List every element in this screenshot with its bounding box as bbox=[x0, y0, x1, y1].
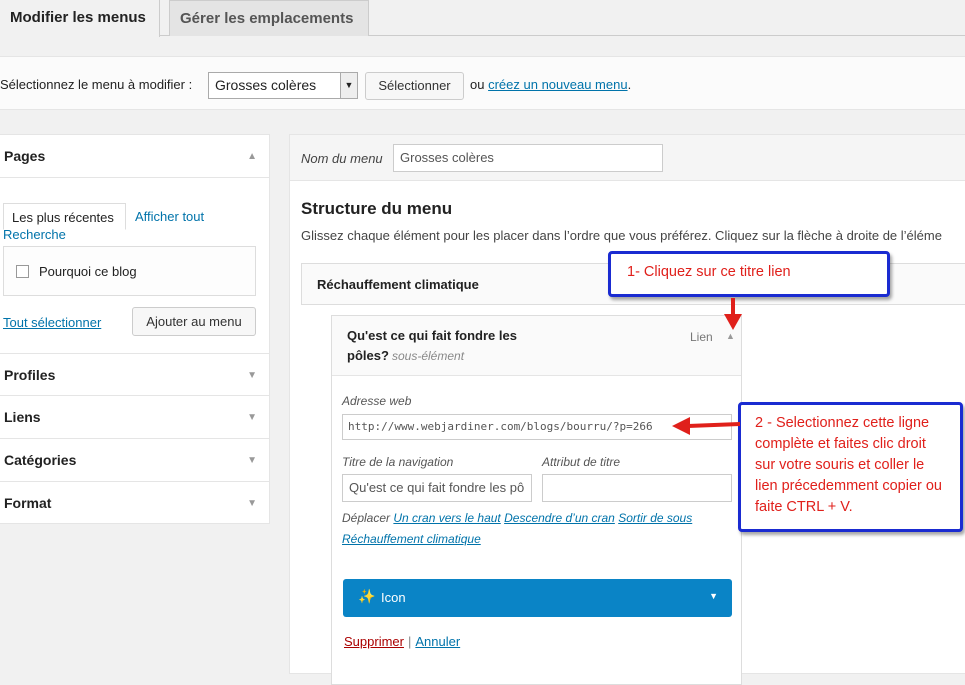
separator: | bbox=[407, 634, 412, 649]
delete-link[interactable]: Supprimer bbox=[344, 634, 404, 649]
create-menu-link[interactable]: créez un nouveau menu bbox=[488, 77, 627, 92]
menu-select-value: Grosses colères bbox=[215, 77, 317, 93]
url-label: Adresse web bbox=[342, 394, 412, 408]
move-down-link[interactable]: Descendre d’un cran bbox=[504, 511, 615, 525]
accordion-profiles-title: Profiles bbox=[4, 367, 56, 383]
structure-description: Glissez chaque élément pour les placer d… bbox=[301, 228, 942, 243]
move-links: Déplacer Un cran vers le haut Descendre … bbox=[342, 508, 737, 550]
caret-down-icon: ▼ bbox=[247, 370, 257, 381]
select-arrow-icon: ▼ bbox=[340, 73, 357, 98]
accordion-profiles[interactable]: Profiles ▼ bbox=[0, 353, 269, 396]
caret-down-icon: ▼ bbox=[247, 498, 257, 509]
dropdown-icon: ▼ bbox=[709, 591, 718, 601]
menu-name-label: Nom du menu bbox=[301, 151, 383, 166]
structure-title: Structure du menu bbox=[301, 199, 453, 218]
icon-picker-button[interactable]: ✨ Icon ▼ bbox=[343, 579, 732, 617]
nav-title-input[interactable]: Qu'est ce qui fait fondre les pô bbox=[342, 474, 532, 502]
subitem-type: Lien bbox=[690, 330, 713, 344]
subitem-header[interactable]: Qu'est ce qui fait fondre les pôles? sou… bbox=[332, 316, 741, 376]
move-label: Déplacer bbox=[342, 511, 391, 525]
move-up-link[interactable]: Un cran vers le haut bbox=[393, 511, 500, 525]
tab-view-all[interactable]: Afficher tout bbox=[135, 209, 204, 224]
select-menu-label: Sélectionnez le menu à modifier : bbox=[0, 77, 193, 92]
tab-search[interactable]: Recherche bbox=[3, 227, 66, 242]
or-word: ou bbox=[470, 77, 485, 92]
accordion-pages-title: Pages bbox=[4, 148, 46, 164]
accordion-format[interactable]: Format ▼ bbox=[0, 482, 269, 525]
accordion-pages[interactable]: Pages ▲ bbox=[0, 135, 269, 178]
add-to-menu-button[interactable]: Ajouter au menu bbox=[132, 307, 256, 336]
tab-edit-menus[interactable]: Modifier les menus bbox=[0, 0, 160, 37]
cancel-link[interactable]: Annuler bbox=[415, 634, 460, 649]
nav-title-label: Titre de la navigation bbox=[342, 455, 454, 469]
icon-button-label: Icon bbox=[381, 590, 406, 605]
accordion-categories[interactable]: Catégories ▼ bbox=[0, 439, 269, 482]
title-attr-input[interactable] bbox=[542, 474, 732, 502]
nav-tabs: Modifier les menus Gérer les emplacement… bbox=[0, 0, 965, 37]
accordion-format-title: Format bbox=[4, 495, 52, 511]
wand-icon: ✨ bbox=[358, 588, 376, 604]
url-input[interactable]: http://www.webjardiner.com/blogs/bourru/… bbox=[342, 414, 732, 440]
menu-name-input[interactable]: Grosses colères bbox=[393, 144, 663, 172]
move-parent-link[interactable]: Réchauffement climatique bbox=[342, 532, 481, 546]
menu-select[interactable]: Grosses colères ▼ bbox=[208, 72, 358, 99]
subitem-title-line1: Qu'est ce qui fait fondre les bbox=[347, 328, 517, 343]
annotation-step-2: 2 - Selectionnez cette ligne complète et… bbox=[738, 402, 963, 532]
tab-most-recent[interactable]: Les plus récentes bbox=[3, 203, 126, 230]
subitem-badge: sous-élément bbox=[392, 349, 465, 363]
select-all-link[interactable]: Tout sélectionner bbox=[3, 315, 101, 330]
caret-down-icon: ▼ bbox=[247, 455, 257, 466]
menu-name-bar: Nom du menu Grosses colères bbox=[290, 135, 965, 181]
caret-up-icon[interactable]: ▲ bbox=[726, 331, 735, 341]
checkbox-icon[interactable] bbox=[16, 265, 29, 278]
accordion-links-title: Liens bbox=[4, 409, 41, 425]
menu-select-bar: Sélectionnez le menu à modifier : Grosse… bbox=[0, 56, 965, 110]
caret-up-icon: ▲ bbox=[247, 151, 257, 162]
add-items-panel: Pages ▲ Les plus récentes Afficher tout … bbox=[0, 134, 270, 524]
or-text: ou créez un nouveau menu. bbox=[470, 77, 631, 92]
caret-down-icon: ▼ bbox=[247, 412, 257, 423]
annotation-step-1: 1- Cliquez sur ce titre lien bbox=[608, 251, 890, 297]
move-out-link[interactable]: Sortir de sous bbox=[618, 511, 692, 525]
tab-manage-locations[interactable]: Gérer les emplacements bbox=[169, 0, 369, 36]
select-button[interactable]: Sélectionner bbox=[365, 72, 464, 100]
accordion-categories-title: Catégories bbox=[4, 452, 77, 468]
menu-subitem: Qu'est ce qui fait fondre les pôles? sou… bbox=[331, 315, 742, 685]
pages-list: Pourquoi ce blog bbox=[3, 246, 256, 296]
subitem-title-line2: pôles? bbox=[347, 348, 389, 363]
accordion-links[interactable]: Liens ▼ bbox=[0, 396, 269, 439]
title-attr-label: Attribut de titre bbox=[542, 455, 621, 469]
item-actions: Supprimer | Annuler bbox=[344, 634, 460, 649]
page-item-label: Pourquoi ce blog bbox=[39, 264, 137, 279]
period: . bbox=[627, 77, 632, 92]
